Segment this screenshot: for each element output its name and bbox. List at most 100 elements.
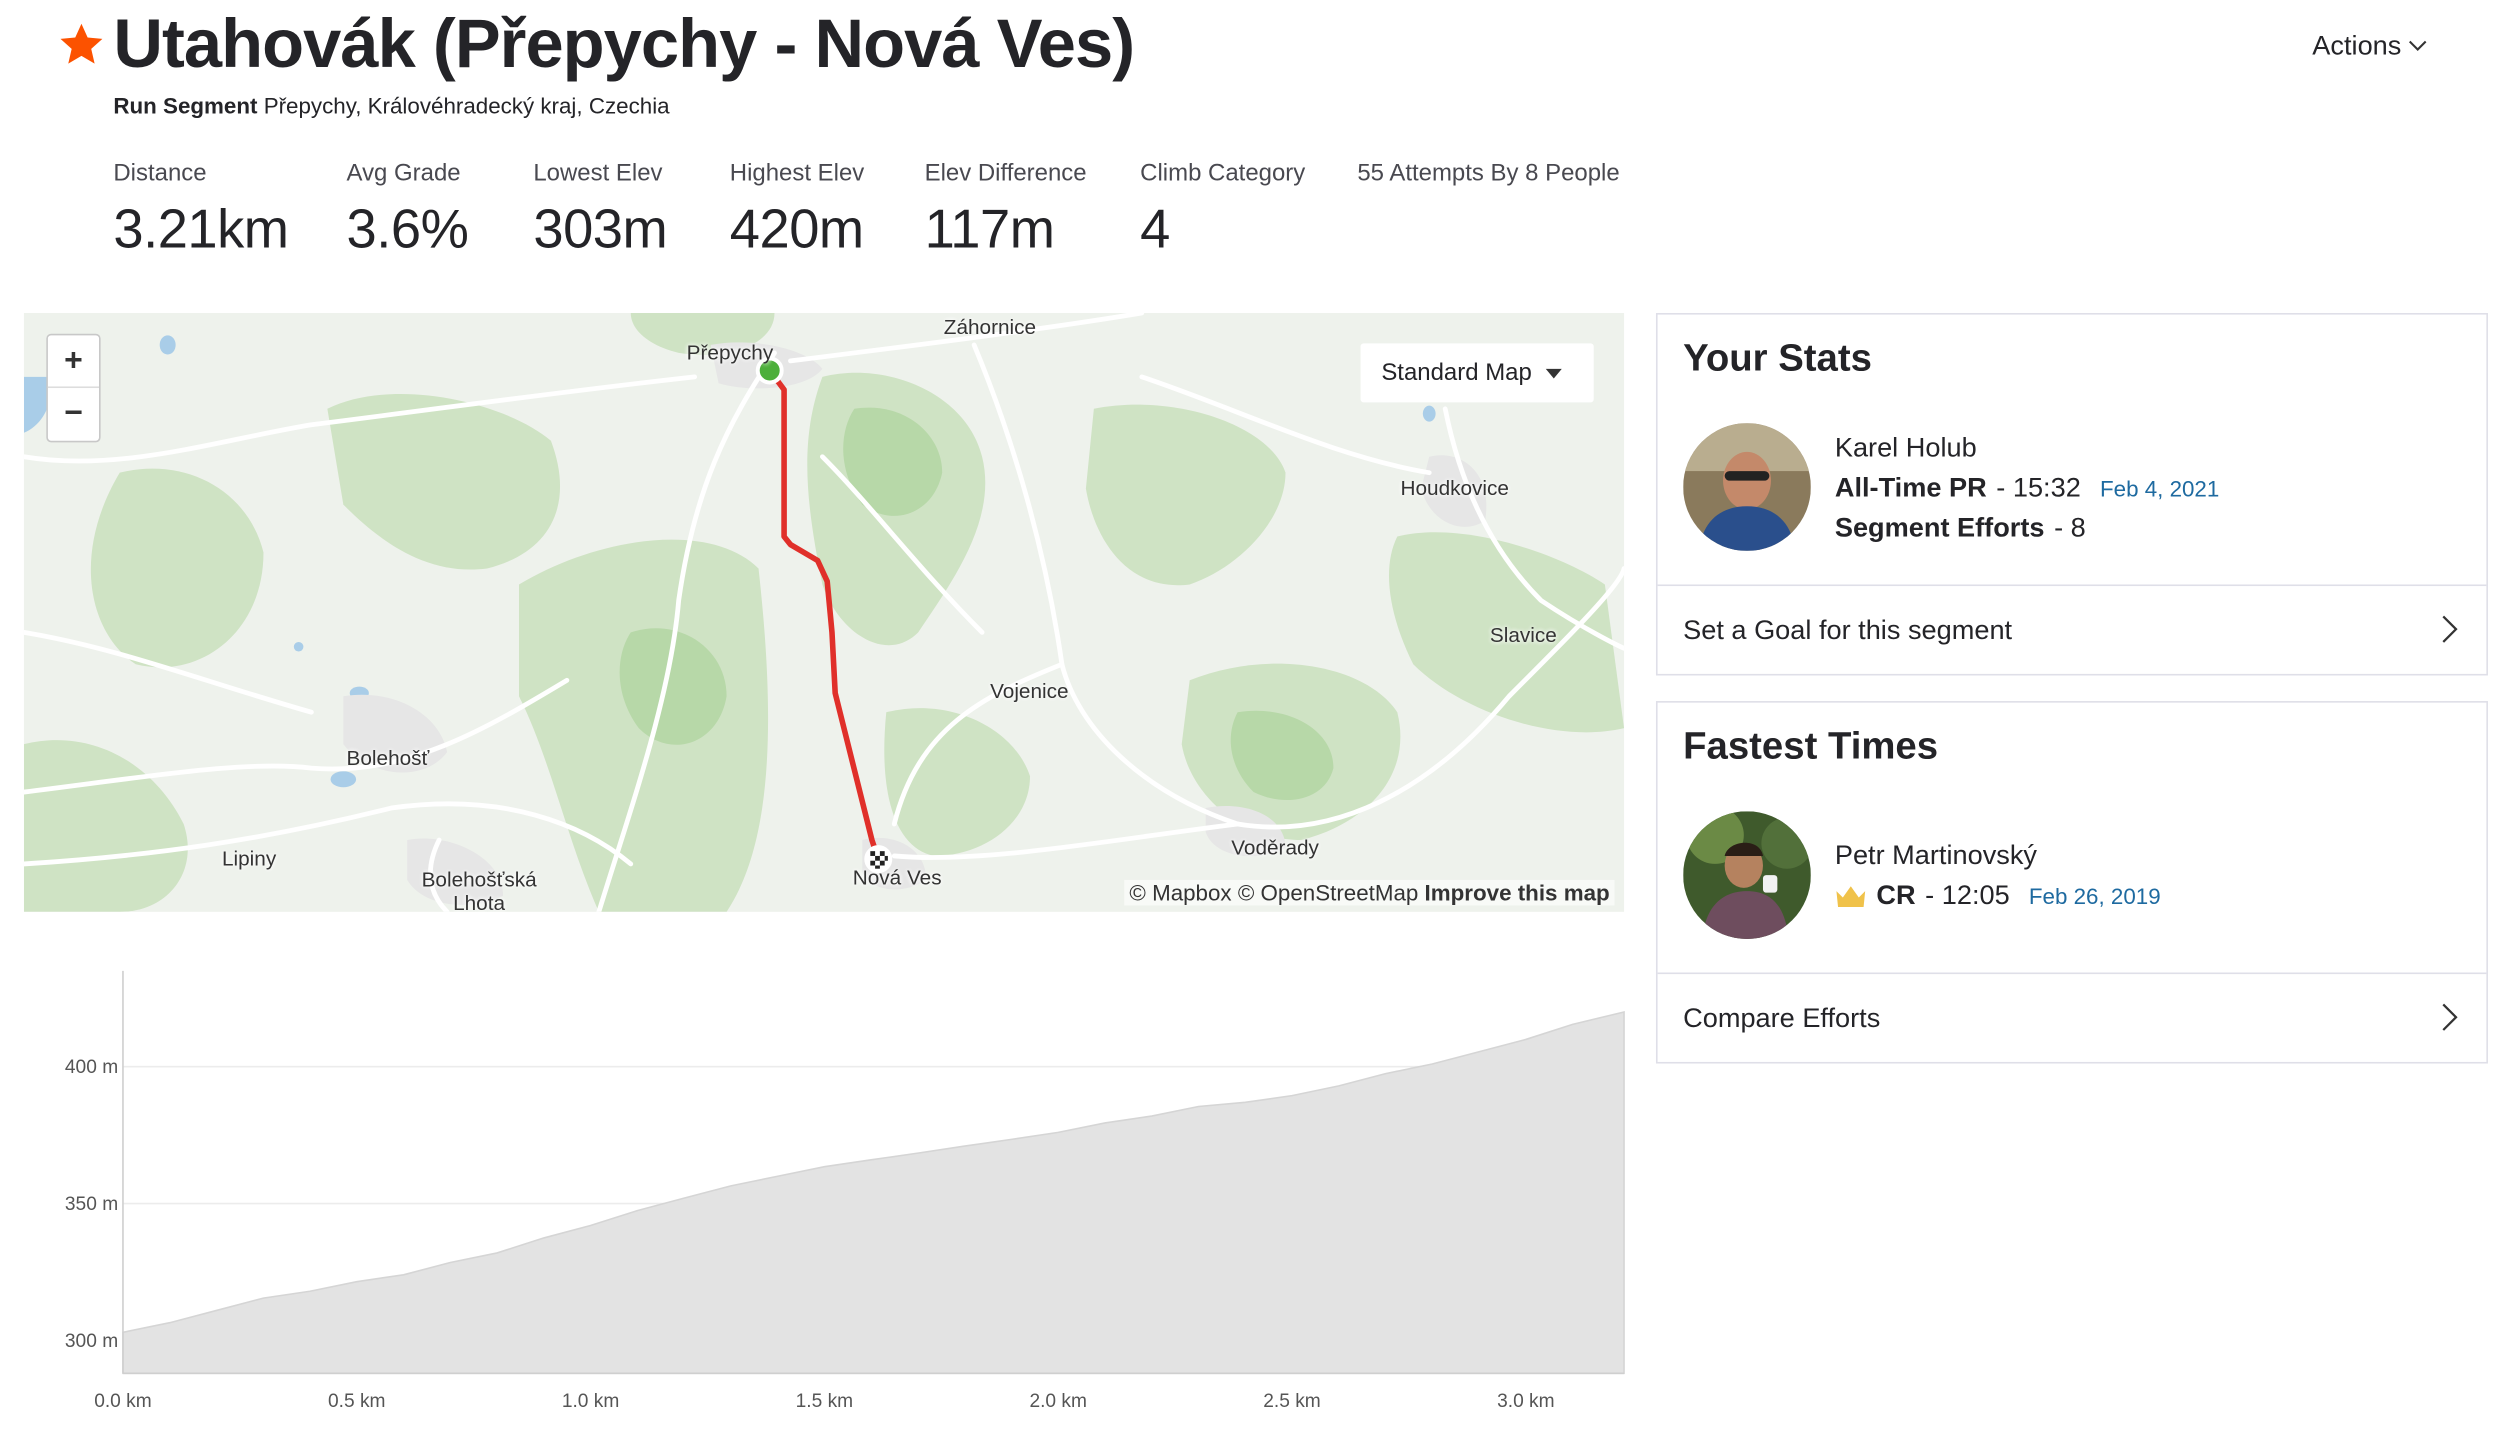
elevation-point: [354, 1280, 360, 1286]
elevation-point: [541, 1236, 547, 1242]
map-type-label: Standard Map: [1381, 359, 1532, 387]
elevation-point: [400, 1272, 406, 1278]
elevation-point: [1102, 1121, 1108, 1127]
x-tick-label: 2.5 km: [1263, 1391, 1321, 1412]
crown-icon: [1836, 886, 1866, 908]
stat-avg-grade: Avg Grade 3.6%: [347, 160, 469, 262]
map-place-label: Voděrady: [1231, 835, 1319, 860]
page-title: Utahovák (Přepychy - Nová Ves): [113, 6, 1135, 84]
segment-type: Run Segment: [113, 92, 258, 119]
pr-date-link[interactable]: Feb 4, 2021: [2100, 476, 2219, 502]
elevation-point: [1195, 1105, 1201, 1111]
segment-subtitle: Run Segment Přepychy, Královéhradecký kr…: [113, 93, 669, 119]
stat-value: 303m: [533, 199, 668, 261]
map-place-label: Vojenice: [990, 678, 1069, 703]
elevation-point: [1621, 1009, 1627, 1015]
stat-value: 420m: [729, 199, 864, 261]
segment-map[interactable]: Záhornice Přepychy Houdkovice Slavice Vo…: [23, 312, 1625, 912]
star-icon[interactable]: [57, 19, 105, 70]
pr-value: - 15:32: [1996, 472, 2081, 504]
pr-label: All-Time PR: [1834, 472, 1987, 504]
elevation-point: [821, 1165, 827, 1171]
cr-value: - 12:05: [1925, 879, 2010, 911]
stat-label: Avg Grade: [346, 159, 461, 187]
elevation-point: [1148, 1113, 1154, 1119]
map-place-label: Bolehošťská Lhota: [421, 867, 537, 912]
y-tick-label: 350 m: [65, 1194, 118, 1215]
attribution-osm[interactable]: © OpenStreetMap: [1238, 880, 1419, 906]
stat-value: 117m: [924, 199, 1055, 261]
zoom-in-button[interactable]: +: [47, 335, 100, 389]
elevation-point: [681, 1195, 687, 1201]
improve-map-link[interactable]: Improve this map: [1425, 880, 1610, 906]
map-type-dropdown[interactable]: Standard Map: [1360, 343, 1594, 403]
x-tick-label: 0.0 km: [94, 1391, 152, 1412]
chevron-right-icon: [2442, 1003, 2458, 1031]
fastest-times-title: Fastest Times: [1683, 724, 1939, 769]
elevation-point: [774, 1173, 780, 1179]
cr-date-link[interactable]: Feb 26, 2019: [2029, 883, 2161, 909]
stat-label: Climb Category: [1140, 159, 1306, 187]
zoom-out-button[interactable]: −: [48, 388, 99, 441]
elevation-point: [494, 1250, 500, 1256]
stat-label: Elev Difference: [924, 159, 1087, 187]
elevation-point: [728, 1184, 734, 1190]
x-tick-label: 0.5 km: [328, 1391, 386, 1412]
map-attribution: © Mapbox © OpenStreetMap Improve this ma…: [1124, 879, 1615, 906]
stat-lowest-elev: Lowest Elev 303m: [533, 160, 667, 262]
stat-climb-category: Climb Category 4: [1140, 160, 1305, 262]
stat-label: Lowest Elev: [533, 159, 663, 187]
elevation-point: [1523, 1036, 1529, 1042]
stat-elev-difference: Elev Difference 117m: [925, 160, 1087, 262]
efforts-value: - 8: [2054, 512, 2086, 543]
compare-efforts-label: Compare Efforts: [1683, 1002, 1881, 1033]
elevation-chart[interactable]: 300 m 350 m 400 m 0.0 km 0.5 km 1.0 km 1.5 km 2…: [0, 942, 1645, 1421]
avatar[interactable]: [1683, 423, 1811, 551]
elevation-point: [1476, 1050, 1482, 1056]
attempts-label: 55 Attempts By 8 People: [1357, 159, 1620, 187]
elevation-point: [915, 1151, 921, 1157]
map-place-label: Slavice: [1489, 622, 1557, 647]
map-zoom-control: + −: [46, 333, 101, 443]
elevation-point: [447, 1261, 453, 1267]
athlete-name[interactable]: Petr Martinovský: [1835, 840, 2037, 872]
set-goal-link[interactable]: Set a Goal for this segment: [1657, 584, 2487, 673]
elevation-point: [1429, 1061, 1435, 1067]
elevation-point: [213, 1307, 219, 1313]
stat-value: 3.21km: [113, 199, 289, 261]
stat-label: Distance: [113, 159, 207, 187]
athlete-name[interactable]: Karel Holub: [1835, 433, 1977, 465]
elevation-point: [1569, 1022, 1575, 1028]
avatar[interactable]: [1683, 811, 1811, 939]
map-place-label: Přepychy: [686, 340, 774, 365]
x-tick-label: 2.0 km: [1029, 1391, 1087, 1412]
elevation-point: [307, 1288, 313, 1294]
stat-value: 3.6%: [346, 199, 469, 261]
map-place-label: Záhornice: [943, 314, 1037, 339]
stat-value: 4: [1140, 199, 1170, 261]
set-goal-label: Set a Goal for this segment: [1683, 614, 2013, 645]
compare-efforts-link[interactable]: Compare Efforts: [1657, 972, 2487, 1062]
elevation-point: [634, 1209, 640, 1215]
chevron-down-icon: [2408, 40, 2427, 51]
x-tick-label: 1.0 km: [562, 1391, 620, 1412]
elevation-point: [1055, 1129, 1061, 1135]
x-tick-label: 1.5 km: [796, 1391, 854, 1412]
elevation-point: [1336, 1083, 1342, 1089]
cr-line: CR - 12:05 Feb 26, 2019: [1835, 880, 2161, 912]
attempts-count[interactable]: 55 Attempts By 8 People: [1357, 160, 1619, 187]
map-place-label: Bolehošť: [346, 745, 430, 770]
attribution-mapbox[interactable]: © Mapbox: [1129, 880, 1231, 906]
cr-label: CR: [1876, 879, 1916, 911]
chevron-right-icon: [2442, 615, 2458, 643]
map-place-label: Nová Ves: [852, 865, 942, 890]
fastest-times-panel: Fastest Times Petr Martinovský CR - 12:0…: [1655, 701, 2488, 1064]
stat-distance: Distance 3.21km: [113, 159, 289, 262]
caret-down-icon: [1546, 368, 1563, 378]
actions-dropdown[interactable]: Actions: [2312, 30, 2427, 62]
map-place-label: Houdkovice: [1400, 475, 1509, 500]
pr-line: All-Time PR - 15:32 Feb 4, 2021: [1835, 473, 2219, 505]
actions-label: Actions: [2312, 30, 2402, 61]
stat-highest-elev: Highest Elev 420m: [730, 160, 864, 262]
elevation-point: [1382, 1072, 1388, 1078]
